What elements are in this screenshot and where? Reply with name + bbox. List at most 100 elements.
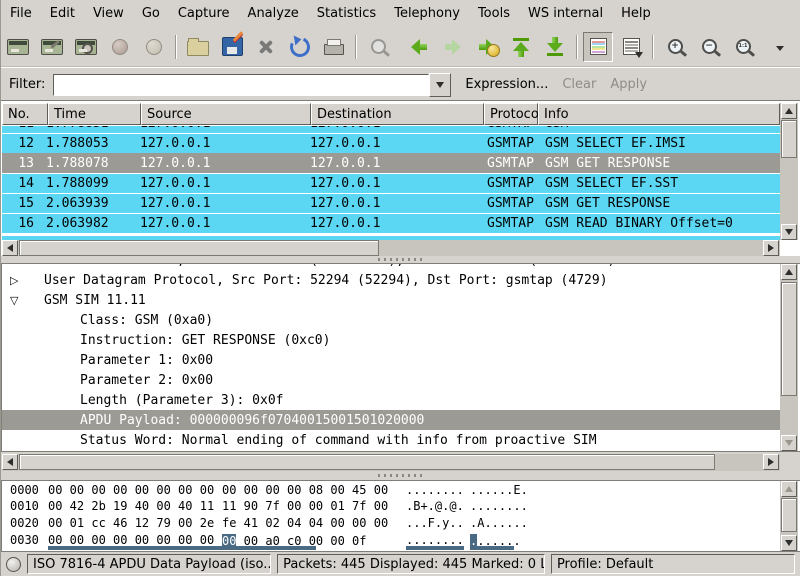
filter-label: Filter:: [9, 77, 45, 92]
menu-view[interactable]: View: [84, 2, 133, 25]
hex-row[interactable]: 002000 01 cc 46 12 79 00 2efe 41 02 04 0…: [2, 515, 800, 532]
scroll-thumb[interactable]: [19, 240, 379, 256]
scroll-thumb[interactable]: [781, 282, 797, 396]
toolbar-separator: [576, 35, 578, 59]
open-file-icon[interactable]: [182, 32, 214, 62]
go-to-top-icon[interactable]: [505, 32, 537, 62]
detail-line[interactable]: Parameter 1: 0x00: [2, 350, 781, 370]
toolbar-separator: [175, 35, 177, 59]
reload-icon[interactable]: [284, 32, 316, 62]
detail-line-selected[interactable]: APDU Payload: 000000096f0704001500150102…: [2, 410, 781, 430]
status-bar: ISO 7816-4 APDU Data Payload (iso... Pac…: [1, 552, 800, 576]
hex-dump-pane: 000000 00 00 00 00 00 00 0000 00 00 00 0…: [1, 480, 800, 552]
column-header-protocol[interactable]: Protocol: [484, 103, 538, 125]
menu-statistics[interactable]: Statistics: [308, 2, 385, 25]
packet-row[interactable]: 111.778851127.0.0.1127.0.0.1GSMTAPGSM: [2, 125, 780, 133]
scroll-up-icon[interactable]: [781, 481, 797, 497]
expert-info-icon[interactable]: [6, 557, 21, 572]
packet-list-pane: No. Time Source Destination Protocol Inf…: [1, 100, 800, 256]
scroll-thumb[interactable]: [19, 454, 715, 470]
menu-telephony[interactable]: Telephony: [385, 2, 469, 25]
scroll-down-icon[interactable]: [781, 435, 797, 451]
hex-row[interactable]: 000000 00 00 00 00 00 00 0000 00 00 00 0…: [2, 482, 800, 499]
menu-go[interactable]: Go: [133, 2, 169, 25]
toolbar-separator: [652, 35, 654, 59]
column-header-source[interactable]: Source: [141, 103, 311, 125]
find-packet-icon: [362, 32, 394, 62]
scroll-up-icon[interactable]: [781, 264, 797, 280]
filter-history-dropdown[interactable]: [429, 73, 451, 97]
close-capture-icon[interactable]: [250, 32, 282, 62]
capture-options-icon[interactable]: [36, 32, 68, 62]
column-header-destination[interactable]: Destination: [311, 103, 484, 125]
wireshark-window: File Edit View Go Capture Analyze Statis…: [0, 0, 800, 576]
packet-row[interactable]: 141.788099127.0.0.1127.0.0.1GSMTAPGSM SE…: [2, 173, 780, 193]
field-help-status: ISO 7816-4 APDU Data Payload (iso...: [27, 554, 271, 574]
packet-row[interactable]: 162.063982127.0.0.1127.0.0.1GSMTAPGSM RE…: [2, 213, 780, 233]
column-header-time[interactable]: Time: [48, 103, 141, 125]
toolbar-overflow-icon[interactable]: [764, 32, 796, 62]
hex-row[interactable]: 001000 42 2b 19 40 00 40 1111 90 7f 00 0…: [2, 498, 800, 515]
scroll-left-icon[interactable]: [2, 454, 18, 470]
detail-line[interactable]: Internet Protocol, Src: 127.0.0.1 (127.0…: [2, 263, 781, 270]
capture-stop-icon: [104, 32, 136, 62]
detail-line[interactable]: Class: GSM (0xa0): [2, 310, 781, 330]
pane-splitter[interactable]: [1, 472, 800, 479]
menu-tools[interactable]: Tools: [469, 2, 519, 25]
packet-list-hscrollbar[interactable]: [2, 240, 780, 257]
scroll-thumb[interactable]: [781, 498, 797, 532]
filter-input[interactable]: [53, 74, 429, 96]
pane-splitter[interactable]: [1, 256, 800, 263]
zoom-100-icon[interactable]: 1:1: [727, 32, 759, 62]
scroll-right-icon[interactable]: [763, 240, 779, 256]
packet-row-selected[interactable]: 131.788078127.0.0.1127.0.0.1GSMTAPGSM GE…: [2, 153, 780, 173]
packet-row[interactable]: 121.788053127.0.0.1127.0.0.1GSMTAPGSM SE…: [2, 133, 780, 153]
detail-line[interactable]: ▷User Datagram Protocol, Src Port: 52294…: [2, 270, 781, 290]
filter-bar: Filter: Expression... Clear Apply: [1, 67, 800, 102]
profile-status[interactable]: Profile: Default: [551, 554, 795, 574]
capture-restart-icon: [138, 32, 170, 62]
detail-line[interactable]: ▽GSM SIM 11.11: [2, 290, 781, 310]
auto-scroll-icon[interactable]: [615, 32, 647, 62]
detail-line[interactable]: Length (Parameter 3): 0x0f: [2, 390, 781, 410]
menu-file[interactable]: File: [1, 2, 41, 25]
detail-line[interactable]: Status Word: Normal ending of command wi…: [2, 430, 781, 450]
scroll-right-icon[interactable]: [763, 454, 779, 470]
go-back-icon[interactable]: [403, 32, 435, 62]
packet-list-vscrollbar[interactable]: [780, 103, 798, 240]
menu-edit[interactable]: Edit: [41, 2, 84, 25]
packet-row[interactable]: 152.063939127.0.0.1127.0.0.1GSMTAPGSM GE…: [2, 193, 780, 213]
expander-expanded-icon[interactable]: ▽: [10, 294, 24, 307]
go-to-packet-icon[interactable]: [471, 32, 503, 62]
save-file-icon[interactable]: [216, 32, 248, 62]
hex-vscrollbar[interactable]: [780, 481, 798, 551]
menu-help[interactable]: Help: [612, 2, 660, 25]
apply-button: Apply: [610, 77, 647, 92]
scroll-thumb[interactable]: [781, 120, 797, 158]
scroll-down-icon[interactable]: [781, 535, 797, 551]
scroll-down-icon[interactable]: [781, 224, 797, 240]
main-toolbar: + − 1:1: [1, 27, 800, 67]
column-header-info[interactable]: Info: [538, 103, 780, 125]
print-icon[interactable]: [318, 32, 350, 62]
menu-analyze[interactable]: Analyze: [239, 2, 308, 25]
colorize-icon[interactable]: [583, 32, 613, 62]
go-to-bottom-icon[interactable]: [539, 32, 571, 62]
menu-capture[interactable]: Capture: [169, 2, 239, 25]
toolbar-separator: [355, 35, 357, 59]
details-vscrollbar[interactable]: [780, 264, 798, 451]
capture-start-icon[interactable]: [70, 32, 102, 62]
details-hscrollbar[interactable]: [2, 454, 780, 471]
expression-button[interactable]: Expression...: [465, 77, 548, 92]
column-header-no[interactable]: No.: [2, 103, 48, 125]
detail-line[interactable]: Parameter 2: 0x00: [2, 370, 781, 390]
zoom-in-icon[interactable]: +: [659, 32, 691, 62]
scroll-up-icon[interactable]: [781, 103, 797, 119]
list-interfaces-icon[interactable]: [2, 32, 34, 62]
expander-collapsed-icon[interactable]: ▷: [10, 274, 24, 287]
zoom-out-icon[interactable]: −: [693, 32, 725, 62]
menu-ws-internal[interactable]: WS internal: [519, 2, 612, 25]
detail-line[interactable]: Instruction: GET RESPONSE (0xc0): [2, 330, 781, 350]
scroll-left-icon[interactable]: [2, 240, 18, 256]
packet-count-status: Packets: 445 Displayed: 445 Marked: 0 Lo…: [277, 554, 545, 574]
